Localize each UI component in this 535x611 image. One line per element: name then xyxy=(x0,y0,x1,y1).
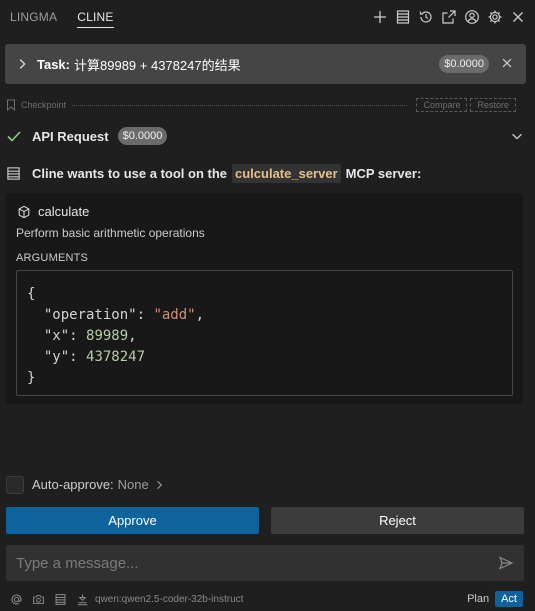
model-selector[interactable]: qwen:qwen2.5-coder-32b-instruct xyxy=(95,594,243,605)
bookmark-icon xyxy=(7,99,15,111)
code-line: "operation": "add", xyxy=(43,307,205,323)
arguments-code-block: { "operation": "add", "x": 89989, "y": 4… xyxy=(16,270,513,396)
cube-icon xyxy=(18,205,30,218)
chevron-down-icon[interactable] xyxy=(510,129,524,143)
arguments-label: ARGUMENTS xyxy=(16,252,89,264)
checkpoint-divider xyxy=(72,104,408,106)
act-mode-button[interactable]: Act xyxy=(495,591,523,607)
mcp-server-name: culculate_server xyxy=(232,163,341,183)
tab-cline[interactable]: CLINE xyxy=(67,0,123,34)
account-icon[interactable] xyxy=(463,6,481,28)
reject-button[interactable]: Reject xyxy=(271,507,524,534)
checkpoint-label: Checkpoint xyxy=(21,100,67,110)
auto-approve-checkbox[interactable] xyxy=(6,475,24,494)
code-line: } xyxy=(27,370,36,386)
message-input-container xyxy=(6,545,524,581)
task-cost-badge: $0.0000 xyxy=(439,55,489,73)
api-request-row[interactable]: API Request $0.0000 xyxy=(6,126,526,146)
task-header[interactable]: Task: 计算89989 + 4378247的结果 $0.0000 xyxy=(5,44,526,84)
chevron-right-icon[interactable] xyxy=(15,57,29,71)
approve-button[interactable]: Approve xyxy=(6,507,259,534)
server-icon[interactable] xyxy=(394,6,412,28)
compare-button[interactable]: Compare xyxy=(416,98,468,112)
footer-bar: qwen:qwen2.5-coder-32b-instruct Plan Act xyxy=(0,590,535,608)
mention-icon[interactable] xyxy=(10,593,23,606)
model-settings-icon[interactable] xyxy=(76,593,89,606)
mcp-request-row: Cline wants to use a tool on the culcula… xyxy=(6,162,526,184)
tool-header: calculate xyxy=(17,204,89,219)
server-icon xyxy=(7,166,20,180)
tool-description: Perform basic arithmetic operations xyxy=(16,226,205,240)
api-cost-badge: $0.0000 xyxy=(117,127,168,145)
popout-icon[interactable] xyxy=(440,6,458,28)
chevron-right-icon[interactable] xyxy=(153,479,165,491)
checkpoint-row: Checkpoint Compare Restore xyxy=(6,98,516,112)
send-icon[interactable] xyxy=(498,555,514,571)
check-icon xyxy=(7,131,21,142)
mcp-suffix-text: MCP server: xyxy=(345,165,422,181)
mcp-prefix-text: Cline wants to use a tool on the xyxy=(32,165,228,181)
tab-lingma[interactable]: LINGMA xyxy=(0,0,67,34)
top-bar: LINGMA CLINE xyxy=(0,0,535,34)
auto-approve-label: Auto-approve: xyxy=(32,477,114,492)
restore-button[interactable]: Restore xyxy=(470,98,516,112)
camera-icon[interactable] xyxy=(32,593,45,606)
code-line: "x": 89989, xyxy=(43,328,137,344)
tool-card: calculate Perform basic arithmetic opera… xyxy=(6,193,523,404)
history-icon[interactable] xyxy=(417,6,435,28)
tool-name: calculate xyxy=(38,204,90,219)
close-icon[interactable] xyxy=(509,6,527,28)
plus-icon[interactable] xyxy=(371,6,389,28)
code-line: "y": 4378247 xyxy=(43,349,146,365)
auto-approve-row[interactable]: Auto-approve: None xyxy=(6,475,165,494)
message-input[interactable] xyxy=(16,554,498,572)
task-label: Task: xyxy=(37,56,70,72)
close-task-icon[interactable] xyxy=(500,56,514,70)
auto-approve-value: None xyxy=(117,477,149,492)
server-icon[interactable] xyxy=(54,593,67,606)
plan-mode-button[interactable]: Plan xyxy=(461,591,495,607)
task-text: 计算89989 + 4378247的结果 xyxy=(74,57,241,73)
top-toolbar xyxy=(371,6,527,28)
plan-act-toggle[interactable]: Plan Act xyxy=(461,591,523,607)
code-line: { xyxy=(27,286,36,302)
settings-icon[interactable] xyxy=(486,6,504,28)
api-request-label: API Request xyxy=(32,128,109,144)
